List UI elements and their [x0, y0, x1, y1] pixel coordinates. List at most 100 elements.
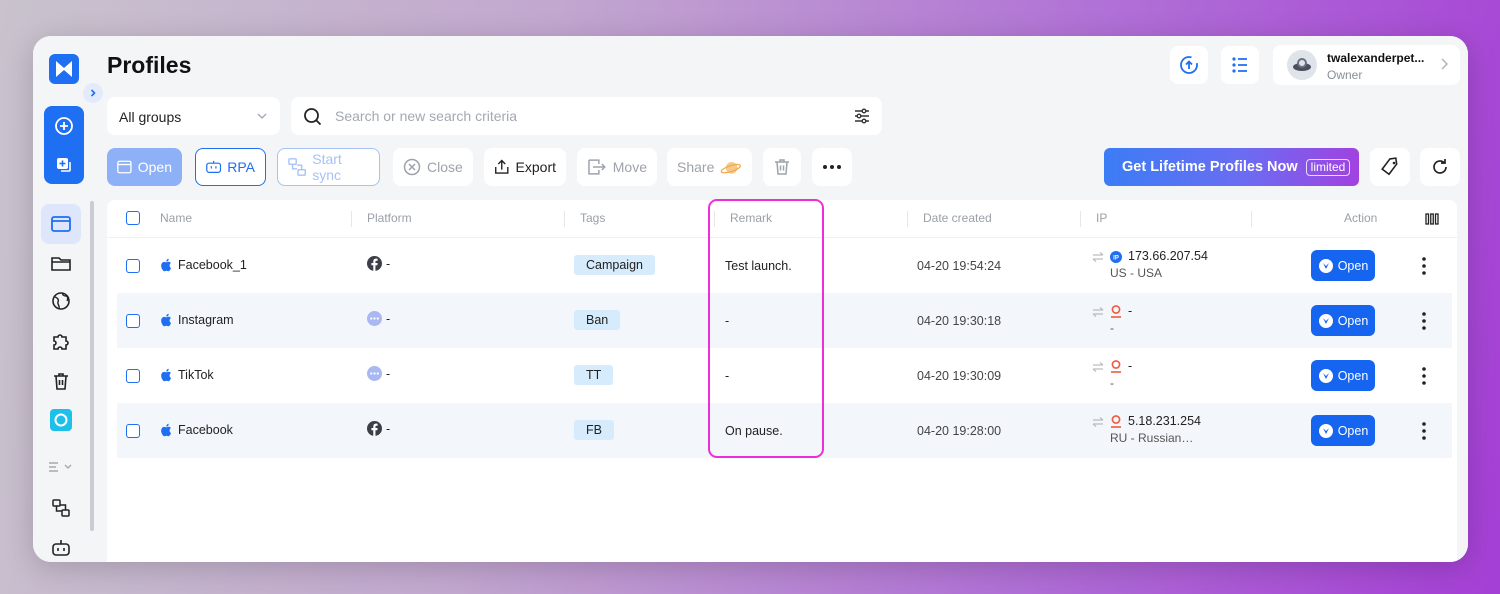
- plus-circle-icon: [55, 116, 73, 135]
- nav-extensions[interactable]: [41, 321, 81, 361]
- location-pin-icon: [1111, 305, 1121, 318]
- ip-location: -: [1110, 376, 1114, 390]
- share-button[interactable]: Share: [667, 148, 752, 186]
- user-account-menu[interactable]: twalexanderpet... Owner: [1273, 45, 1460, 85]
- browser-logo-icon: [1318, 423, 1333, 438]
- swap-arrows-icon: [1092, 306, 1104, 317]
- rpa-button[interactable]: RPA: [195, 148, 266, 186]
- browser-window-icon: [51, 216, 71, 232]
- nav-sync[interactable]: [41, 488, 81, 528]
- task-list-button[interactable]: [1221, 46, 1259, 84]
- select-all-checkbox[interactable]: [126, 211, 140, 225]
- group-select[interactable]: All groups: [107, 97, 280, 135]
- platform-value: -: [386, 421, 391, 436]
- nav-profiles[interactable]: [41, 204, 81, 244]
- create-profile-group: [44, 106, 84, 184]
- row-more-icon[interactable]: [1419, 311, 1429, 331]
- row-open-label: Open: [1337, 368, 1369, 383]
- export-button[interactable]: Export: [484, 148, 566, 186]
- ip-location: RU - Russian…: [1110, 431, 1194, 445]
- new-profile-button[interactable]: [44, 106, 84, 145]
- ip-address: 5.18.231.254: [1128, 414, 1201, 428]
- more-actions-button[interactable]: [812, 148, 852, 186]
- nav-trash[interactable]: [41, 361, 81, 401]
- sidebar: [33, 36, 95, 562]
- ip-badge-icon: IP: [1110, 250, 1122, 263]
- rpa-button-label: RPA: [227, 159, 255, 175]
- apple-icon: [161, 258, 171, 272]
- platform-value: -: [386, 256, 391, 271]
- row-open-button[interactable]: Open: [1311, 250, 1375, 281]
- date-created: 04-20 19:28:00: [917, 424, 1002, 438]
- share-planet-icon: [721, 162, 742, 174]
- row-more-icon[interactable]: [1419, 256, 1429, 276]
- puzzle-icon: [53, 334, 69, 350]
- group-select-value: All groups: [119, 109, 182, 125]
- row-checkbox[interactable]: [126, 314, 140, 328]
- col-tags[interactable]: Tags: [580, 211, 605, 225]
- tag-badge: Campaign: [574, 255, 655, 275]
- list-icon: [1232, 57, 1247, 73]
- filter-sliders-icon: [855, 108, 869, 124]
- delete-button[interactable]: [763, 148, 801, 186]
- nav-proxies[interactable]: [41, 281, 81, 321]
- date-created: 04-20 19:54:24: [917, 259, 1002, 273]
- ip-address: -: [1128, 304, 1133, 318]
- row-open-label: Open: [1337, 313, 1369, 328]
- facebook-icon: [367, 421, 382, 436]
- swap-arrows-icon: [1092, 361, 1104, 372]
- trash-icon: [775, 159, 789, 175]
- col-date-created[interactable]: Date created: [923, 211, 992, 225]
- tag-button[interactable]: [1370, 148, 1410, 186]
- svg-text:IP: IP: [1113, 255, 1119, 261]
- more-horizontal-icon: [823, 165, 841, 169]
- app-logo: [49, 54, 79, 84]
- location-pin-icon: [1111, 360, 1121, 373]
- apple-icon: [161, 368, 171, 382]
- more-platform-icon: [367, 366, 382, 381]
- lifetime-profiles-promo[interactable]: Get Lifetime Profiles Now limited: [1104, 148, 1359, 186]
- tag-badge: TT: [574, 365, 614, 385]
- apple-icon: [161, 423, 171, 437]
- nav-collapse-section[interactable]: [41, 454, 81, 478]
- sync-windows-icon: [52, 499, 70, 517]
- start-sync-button[interactable]: Start sync: [277, 148, 380, 186]
- swap-arrows-icon: [1092, 251, 1104, 262]
- col-ip[interactable]: IP: [1096, 211, 1107, 225]
- search-input[interactable]: [335, 106, 835, 126]
- col-name[interactable]: Name: [160, 211, 192, 225]
- close-circle-icon: [403, 158, 421, 176]
- row-checkbox[interactable]: [126, 369, 140, 383]
- col-platform[interactable]: Platform: [367, 211, 412, 225]
- nav-app-store[interactable]: [41, 400, 81, 440]
- open-button-label: Open: [137, 159, 172, 175]
- sidebar-expand-button[interactable]: [83, 83, 103, 103]
- ip-address: 173.66.207.54: [1128, 249, 1208, 263]
- close-button[interactable]: Close: [393, 148, 473, 186]
- close-button-label: Close: [427, 159, 463, 175]
- row-open-button[interactable]: Open: [1311, 360, 1375, 391]
- filter-caret-icon: [49, 462, 72, 472]
- row-open-button[interactable]: Open: [1311, 415, 1375, 446]
- col-divider: [351, 211, 352, 227]
- browser-logo-icon: [1318, 368, 1333, 383]
- page-title: Profiles: [107, 52, 192, 78]
- row-checkbox[interactable]: [126, 259, 140, 273]
- nav-rpa[interactable]: [41, 528, 81, 562]
- sidebar-scrollbar[interactable]: [90, 201, 94, 531]
- robot-icon: [52, 540, 70, 556]
- row-open-button[interactable]: Open: [1311, 305, 1375, 336]
- row-more-icon[interactable]: [1419, 366, 1429, 386]
- row-open-label: Open: [1337, 258, 1369, 273]
- refresh-button[interactable]: [1420, 148, 1460, 186]
- open-button[interactable]: Open: [107, 148, 182, 186]
- column-settings-icon[interactable]: [1425, 213, 1439, 225]
- row-checkbox[interactable]: [126, 424, 140, 438]
- upload-sync-button[interactable]: [1170, 46, 1208, 84]
- profile-name: Instagram: [178, 313, 234, 327]
- row-more-icon[interactable]: [1419, 421, 1429, 441]
- nav-groups[interactable]: [41, 243, 81, 283]
- move-button[interactable]: Move: [577, 148, 657, 186]
- profile-name: Facebook_1: [178, 258, 247, 272]
- batch-create-button[interactable]: [44, 145, 84, 184]
